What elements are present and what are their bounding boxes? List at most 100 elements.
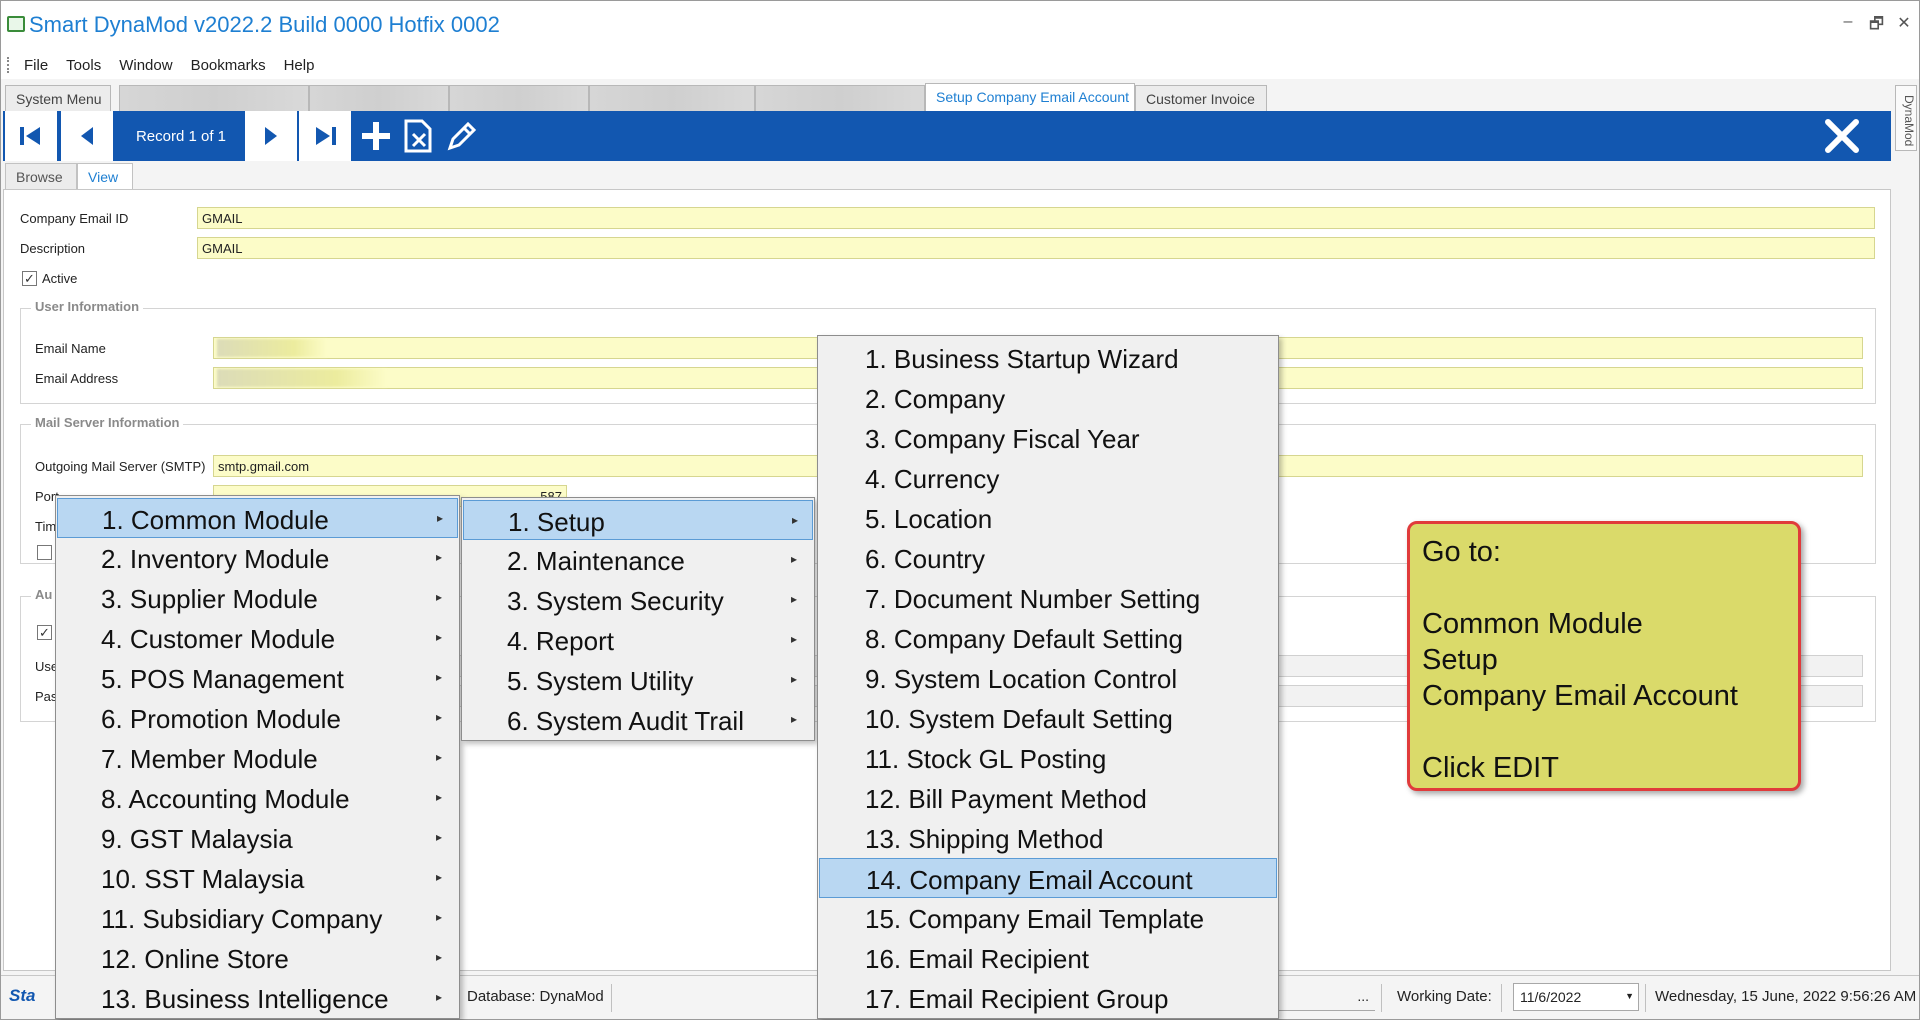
module-menu-item[interactable]: 12. Online Store ▸ <box>57 938 458 978</box>
setup-submenu-item[interactable]: 3. Company Fiscal Year <box>819 418 1277 458</box>
setup-submenu-item[interactable]: 17. Email Recipient Group <box>819 978 1277 1018</box>
common-submenu-item[interactable]: 2. Maintenance ▸ <box>463 540 813 580</box>
setup-submenu-item-label: 10. System Default Setting <box>865 704 1173 734</box>
setup-submenu-item[interactable]: 14. Company Email Account <box>819 858 1277 898</box>
status-lookup-field[interactable]: ... <box>1273 983 1375 1011</box>
module-menu-item[interactable]: 3. Supplier Module ▸ <box>57 578 458 618</box>
active-label: Active <box>42 271 78 286</box>
menu-help[interactable]: Help <box>284 57 315 74</box>
dropdown-arrow-icon[interactable]: ▼ <box>1625 991 1634 1001</box>
delete-button[interactable] <box>401 119 435 153</box>
setup-submenu-item[interactable]: 2. Company <box>819 378 1277 418</box>
tab-blurred-4[interactable]: . <box>589 85 755 111</box>
menu-tools[interactable]: Tools <box>66 57 101 74</box>
menu-window[interactable]: Window <box>119 57 172 74</box>
outgoing-server-label: Outgoing Mail Server (SMTP) <box>35 459 206 474</box>
working-date-picker[interactable]: 11/6/2022 ▼ <box>1513 983 1639 1011</box>
submenu-arrow-icon: ▸ <box>436 910 443 924</box>
setup-submenu-item[interactable]: 8. Company Default Setting <box>819 618 1277 658</box>
setup-submenu-item[interactable]: 11. Stock GL Posting <box>819 738 1277 778</box>
submenu-arrow-icon: ▸ <box>436 630 443 644</box>
tab-blurred-3[interactable]: . <box>449 85 589 111</box>
module-menu-item[interactable]: 4. Customer Module ▸ <box>57 618 458 658</box>
module-menu-item[interactable]: 9. GST Malaysia ▸ <box>57 818 458 858</box>
close-form-icon[interactable] <box>1823 117 1861 155</box>
setup-submenu-item[interactable]: 4. Currency <box>819 458 1277 498</box>
tab-browse[interactable]: Browse <box>5 163 77 189</box>
description-field[interactable]: GMAIL <box>197 237 1875 259</box>
submenu-arrow-icon: ▸ <box>436 590 443 604</box>
pencil-icon <box>447 121 477 151</box>
module-menu-item-label: 13. Business Intelligence <box>101 984 389 1014</box>
tab-view[interactable]: View <box>77 163 133 189</box>
setup-submenu-item[interactable]: 16. Email Recipient <box>819 938 1277 978</box>
module-menu-item[interactable]: 6. Promotion Module ▸ <box>57 698 458 738</box>
module-menu-item-label: 3. Supplier Module <box>101 584 318 614</box>
setup-submenu-item[interactable]: 1. Business Startup Wizard <box>819 338 1277 378</box>
submenu-arrow-icon: ▸ <box>792 513 799 527</box>
ellipsis-button[interactable]: ... <box>1357 988 1369 1004</box>
company-email-id-field[interactable]: GMAIL <box>197 207 1875 229</box>
submenu-arrow-icon: ▸ <box>436 870 443 884</box>
tab-system-menu[interactable]: System Menu <box>5 85 111 111</box>
common-submenu-item[interactable]: 4. Report ▸ <box>463 620 813 660</box>
auth-checkbox[interactable]: ✓ <box>37 625 52 640</box>
menubar-grip <box>7 57 10 73</box>
setup-submenu-item-label: 9. System Location Control <box>865 664 1178 694</box>
edit-button[interactable] <box>445 119 479 153</box>
menu-file[interactable]: File <box>24 57 48 74</box>
setup-submenu-item-label: 16. Email Recipient <box>865 944 1089 974</box>
module-menu-item-label: 6. Promotion Module <box>101 704 341 734</box>
common-submenu-item[interactable]: 5. System Utility ▸ <box>463 660 813 700</box>
minimize-button[interactable]: – <box>1841 13 1855 40</box>
setup-submenu-item[interactable]: 5. Location <box>819 498 1277 538</box>
module-menu-item[interactable]: 11. Subsidiary Company ▸ <box>57 898 458 938</box>
tab-blurred-1[interactable]: . <box>119 85 309 111</box>
tab-blurred-2[interactable]: . <box>309 85 449 111</box>
module-menu-item-label: 12. Online Store <box>101 944 289 974</box>
email-address-label: Email Address <box>35 371 119 386</box>
record-toolbar: Record 1 of 1 <box>3 111 1891 161</box>
last-record-icon <box>316 127 336 145</box>
module-menu-item[interactable]: 1. Common Module ▸ <box>57 498 458 538</box>
tab-customer-invoice[interactable]: Customer Invoice <box>1135 85 1267 111</box>
submenu-arrow-icon: ▸ <box>436 830 443 844</box>
last-record-button[interactable] <box>299 111 353 161</box>
module-menu-item[interactable]: 5. POS Management ▸ <box>57 658 458 698</box>
setup-submenu-item-label: 2. Company <box>865 384 1006 414</box>
setup-submenu-item[interactable]: 13. Shipping Method <box>819 818 1277 858</box>
setup-submenu-item[interactable]: 10. System Default Setting <box>819 698 1277 738</box>
submenu-arrow-icon: ▸ <box>436 750 443 764</box>
active-checkbox[interactable]: ✓ <box>22 271 37 286</box>
callout-line-5: Click EDIT <box>1422 752 1559 784</box>
module-menu-item[interactable]: 10. SST Malaysia ▸ <box>57 858 458 898</box>
close-window-button[interactable]: ✕ <box>1897 13 1911 40</box>
add-button[interactable] <box>359 119 393 153</box>
working-date-value: 11/6/2022 <box>1520 989 1582 1005</box>
common-submenu-item[interactable]: 6. System Audit Trail ▸ <box>463 700 813 740</box>
submenu-arrow-icon: ▸ <box>436 550 443 564</box>
setup-submenu-item[interactable]: 9. System Location Control <box>819 658 1277 698</box>
common-submenu-item[interactable]: 3. System Security ▸ <box>463 580 813 620</box>
module-menu-item[interactable]: 2. Inventory Module ▸ <box>57 538 458 578</box>
ssl-checkbox[interactable] <box>37 545 52 560</box>
next-record-button[interactable] <box>245 111 299 161</box>
menu-bookmarks[interactable]: Bookmarks <box>191 57 266 74</box>
tab-blurred-5[interactable]: . <box>755 85 925 111</box>
restore-button[interactable]: 🗗 <box>1869 13 1884 40</box>
submenu-arrow-icon: ▸ <box>436 670 443 684</box>
setup-submenu-item[interactable]: 6. Country <box>819 538 1277 578</box>
setup-submenu-item[interactable]: 12. Bill Payment Method <box>819 778 1277 818</box>
common-submenu-item[interactable]: 1. Setup ▸ <box>463 500 813 540</box>
dynamod-side-panel[interactable]: DynaMod <box>1895 85 1917 151</box>
callout-spacer <box>1422 570 1786 606</box>
tab-setup-company-email[interactable]: Setup Company Email Account <box>925 83 1135 111</box>
module-menu-item[interactable]: 13. Business Intelligence ▸ <box>57 978 458 1018</box>
setup-submenu-item[interactable]: 15. Company Email Template <box>819 898 1277 938</box>
first-record-button[interactable] <box>5 111 59 161</box>
setup-submenu-item[interactable]: 7. Document Number Setting <box>819 578 1277 618</box>
previous-record-button[interactable] <box>61 111 115 161</box>
module-menu-item[interactable]: 8. Accounting Module ▸ <box>57 778 458 818</box>
module-menu-item[interactable]: 7. Member Module ▸ <box>57 738 458 778</box>
setup-submenu-item-label: 7. Document Number Setting <box>865 584 1201 614</box>
